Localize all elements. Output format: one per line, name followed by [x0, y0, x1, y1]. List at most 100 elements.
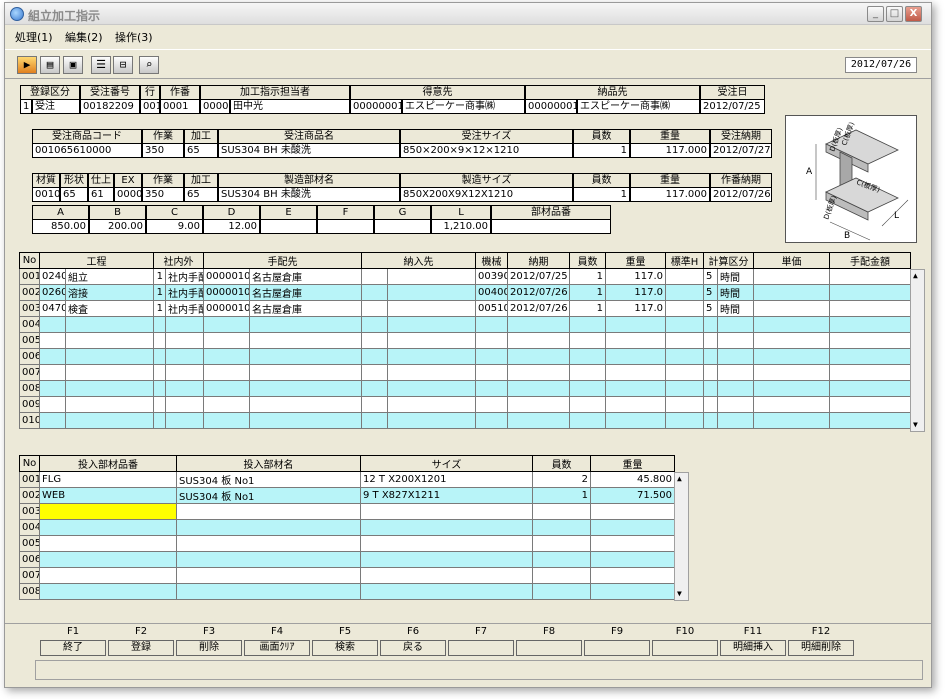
delete-row-tool-icon[interactable]: ⊟ [113, 56, 133, 74]
process-cell[interactable] [203, 396, 250, 413]
product-name-field[interactable]: SUS304 BH 未酸洗 [218, 143, 400, 158]
material-cell[interactable] [176, 583, 361, 600]
process-cell[interactable]: 1 [153, 300, 166, 317]
work-number-field[interactable]: 0001 [160, 99, 200, 114]
process-cell[interactable] [605, 412, 666, 429]
process-cell[interactable]: 2012/07/26 [507, 300, 570, 317]
process-cell[interactable] [605, 364, 666, 381]
process-cell[interactable]: 組立 [65, 268, 154, 285]
material-cell[interactable] [360, 567, 533, 584]
minimize-button[interactable]: _ [867, 6, 884, 22]
process-cell[interactable] [153, 380, 166, 397]
dim-e-field[interactable] [260, 219, 317, 234]
dim-d-field[interactable]: 12.00 [203, 219, 260, 234]
material-cell[interactable] [39, 551, 177, 568]
process-cell[interactable] [829, 364, 911, 381]
material-cell[interactable] [532, 551, 591, 568]
process-cell[interactable] [65, 332, 154, 349]
process-cell[interactable] [665, 332, 704, 349]
process-cell[interactable] [153, 364, 166, 381]
process-cell[interactable] [753, 412, 830, 429]
process-cell[interactable] [39, 396, 66, 413]
process-cell[interactable]: 社内手配 [165, 300, 204, 317]
process-cell[interactable]: 00400 [475, 284, 508, 301]
process-cell[interactable] [165, 332, 204, 349]
process-cell[interactable]: 117.0 [605, 300, 666, 317]
material-row[interactable]: 005 [19, 535, 675, 552]
product-due-field[interactable]: 2012/07/27 [710, 143, 772, 158]
process-row[interactable]: 010 [19, 412, 911, 429]
material-row[interactable]: 002 WEB SUS304 板 No1 9 T X827X1211 1 71.500 [19, 487, 675, 504]
process-cell[interactable]: 0260 [39, 284, 66, 301]
material-row[interactable]: 003 [19, 503, 675, 520]
dim-a-field[interactable]: 850.00 [32, 219, 89, 234]
process-cell[interactable] [39, 364, 66, 381]
ex-field[interactable]: 0000 [114, 187, 142, 202]
dim-c-field[interactable]: 9.00 [146, 219, 203, 234]
process-cell[interactable]: 時間 [717, 300, 754, 317]
process-cell[interactable] [387, 348, 476, 365]
material-cell[interactable] [39, 583, 177, 600]
process-cell[interactable] [753, 380, 830, 397]
fkey-button-f6[interactable]: 戻る [380, 640, 446, 656]
process-cell[interactable] [829, 316, 911, 333]
staff-code-field[interactable]: 0000 [200, 99, 230, 114]
material-cell[interactable] [532, 519, 591, 536]
process-cell[interactable] [165, 348, 204, 365]
process-cell[interactable] [507, 348, 570, 365]
process-cell[interactable] [65, 380, 154, 397]
process-cell[interactable] [569, 380, 606, 397]
order-number-field[interactable]: 00182209 [80, 99, 140, 114]
process-cell[interactable] [39, 348, 66, 365]
material-cell[interactable] [39, 567, 177, 584]
fkey-button-f1[interactable]: 終了 [40, 640, 106, 656]
material-cell[interactable] [590, 535, 675, 552]
process-cell[interactable] [507, 316, 570, 333]
process-cell[interactable] [569, 348, 606, 365]
part-number-field[interactable] [491, 219, 611, 234]
process-cell[interactable]: 社内手配 [165, 284, 204, 301]
process-cell[interactable] [249, 380, 362, 397]
process-cell[interactable]: 1 [153, 284, 166, 301]
material-cell[interactable] [590, 503, 675, 520]
process-cell[interactable] [507, 396, 570, 413]
mfg-work-field[interactable]: 350 [142, 187, 184, 202]
process-cell[interactable] [703, 412, 718, 429]
process-cell[interactable] [605, 332, 666, 349]
process-cell[interactable]: 溶接 [65, 284, 154, 301]
dim-g-field[interactable] [374, 219, 431, 234]
process-cell[interactable] [829, 412, 911, 429]
process-cell[interactable] [475, 348, 508, 365]
process-cell[interactable] [249, 396, 362, 413]
process-cell[interactable] [717, 316, 754, 333]
process-row[interactable]: 0020260溶接1社内手配00000100名古屋倉庫004002012/07/… [19, 284, 911, 301]
process-cell[interactable] [387, 396, 476, 413]
process-cell[interactable] [569, 396, 606, 413]
fkey-button-f7[interactable] [448, 640, 514, 656]
process-cell[interactable] [829, 396, 911, 413]
process-cell[interactable] [203, 348, 250, 365]
material-row[interactable]: 008 [19, 583, 675, 600]
process-cell[interactable]: 2012/07/25 [507, 268, 570, 285]
process-cell[interactable] [829, 380, 911, 397]
search-tool-icon[interactable]: ⌕ [139, 56, 159, 74]
process-cell[interactable] [361, 316, 388, 333]
process-cell[interactable] [665, 348, 704, 365]
fkey-button-f5[interactable]: 検索 [312, 640, 378, 656]
mfg-name-field[interactable]: SUS304 BH 未酸洗 [218, 187, 400, 202]
process-cell[interactable] [153, 316, 166, 333]
process-cell[interactable] [153, 332, 166, 349]
scroll-down-icon[interactable]: ▼ [677, 590, 682, 598]
process-cell[interactable]: 5 [703, 268, 718, 285]
process-cell[interactable] [387, 268, 476, 285]
process-cell[interactable] [203, 380, 250, 397]
material-cell[interactable]: SUS304 板 No1 [176, 471, 361, 488]
process-cell[interactable]: 名古屋倉庫 [249, 300, 362, 317]
scroll-down-icon[interactable]: ▼ [913, 421, 918, 429]
material-cell[interactable] [590, 551, 675, 568]
process-cell[interactable] [753, 396, 830, 413]
process-cell[interactable] [361, 284, 388, 301]
process-cell[interactable] [165, 364, 204, 381]
process-row[interactable]: 0030470検査1社内手配00000100名古屋倉庫005102012/07/… [19, 300, 911, 317]
process-cell[interactable]: 117.0 [605, 284, 666, 301]
